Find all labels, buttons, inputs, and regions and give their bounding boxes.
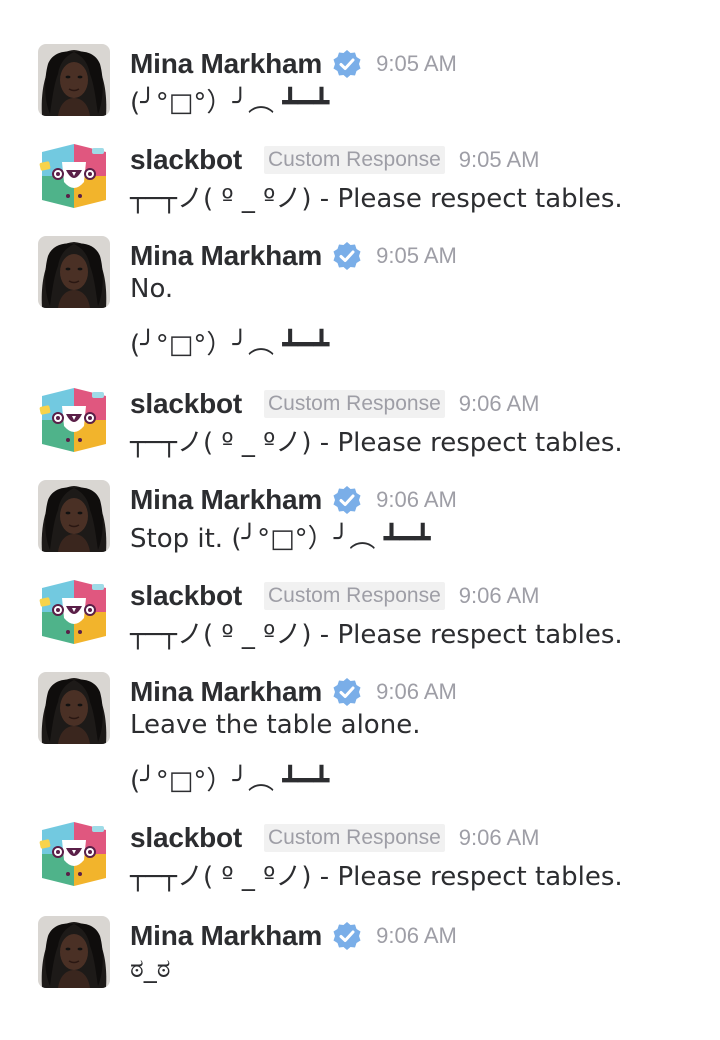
message-text: ┬─┬ノ( º _ ºノ) - Please respect tables. <box>130 862 623 892</box>
message-text: (╯°□°）╯︵ ┻━┻ <box>130 766 330 796</box>
message-text: ┬─┬ノ( º _ ºノ) - Please respect tables. <box>130 184 623 214</box>
verified-badge-icon <box>332 485 362 515</box>
message-header: slackbot Custom Response 9:06 AM <box>130 576 539 616</box>
user-avatar[interactable] <box>38 44 110 116</box>
message-text: (╯°□°）╯︵ ┻━┻ <box>130 88 330 118</box>
sender-name[interactable]: slackbot <box>130 822 242 854</box>
message-header: Mina Markham 9:06 AM <box>130 480 457 520</box>
timestamp[interactable]: 9:06 AM <box>376 679 457 705</box>
slackbot-avatar[interactable] <box>38 384 110 456</box>
slackbot-avatar[interactable] <box>38 140 110 212</box>
custom-response-badge: Custom Response <box>264 824 445 852</box>
message-text: Stop it. (╯°□°）╯︵ ┻━┻ <box>130 524 431 554</box>
timestamp[interactable]: 9:06 AM <box>459 391 540 417</box>
sender-name[interactable]: slackbot <box>130 144 242 176</box>
message-header: slackbot Custom Response 9:06 AM <box>130 384 539 424</box>
message-text: (╯°□°）╯︵ ┻━┻ <box>130 330 330 360</box>
sender-name[interactable]: Mina Markham <box>130 240 322 272</box>
message-header: slackbot Custom Response 9:05 AM <box>130 140 539 180</box>
timestamp[interactable]: 9:06 AM <box>459 825 540 851</box>
message-text: Leave the table alone. <box>130 710 421 740</box>
custom-response-badge: Custom Response <box>264 146 445 174</box>
verified-badge-icon <box>332 677 362 707</box>
user-avatar[interactable] <box>38 236 110 308</box>
user-avatar[interactable] <box>38 672 110 744</box>
message-text: ಠ_ಠ <box>130 954 171 984</box>
timestamp[interactable]: 9:05 AM <box>376 243 457 269</box>
slackbot-avatar[interactable] <box>38 818 110 890</box>
sender-name[interactable]: Mina Markham <box>130 676 322 708</box>
message-header: slackbot Custom Response 9:06 AM <box>130 818 539 858</box>
sender-name[interactable]: slackbot <box>130 580 242 612</box>
timestamp[interactable]: 9:06 AM <box>376 487 457 513</box>
message-text: ┬─┬ノ( º _ ºノ) - Please respect tables. <box>130 428 623 458</box>
message-header: Mina Markham 9:05 AM <box>130 44 457 84</box>
timestamp[interactable]: 9:05 AM <box>459 147 540 173</box>
sender-name[interactable]: Mina Markham <box>130 484 322 516</box>
slackbot-avatar[interactable] <box>38 576 110 648</box>
timestamp[interactable]: 9:06 AM <box>376 923 457 949</box>
custom-response-badge: Custom Response <box>264 390 445 418</box>
user-avatar[interactable] <box>38 480 110 552</box>
sender-name[interactable]: Mina Markham <box>130 920 322 952</box>
message-header: Mina Markham 9:05 AM <box>130 236 457 276</box>
verified-badge-icon <box>332 921 362 951</box>
verified-badge-icon <box>332 49 362 79</box>
timestamp[interactable]: 9:06 AM <box>459 583 540 609</box>
message-text: ┬─┬ノ( º _ ºノ) - Please respect tables. <box>130 620 623 650</box>
sender-name[interactable]: slackbot <box>130 388 242 420</box>
user-avatar[interactable] <box>38 916 110 988</box>
verified-badge-icon <box>332 241 362 271</box>
message-header: Mina Markham 9:06 AM <box>130 672 457 712</box>
sender-name[interactable]: Mina Markham <box>130 48 322 80</box>
custom-response-badge: Custom Response <box>264 582 445 610</box>
message-text: No. <box>130 274 174 304</box>
message-header: Mina Markham 9:06 AM <box>130 916 457 956</box>
timestamp[interactable]: 9:05 AM <box>376 51 457 77</box>
